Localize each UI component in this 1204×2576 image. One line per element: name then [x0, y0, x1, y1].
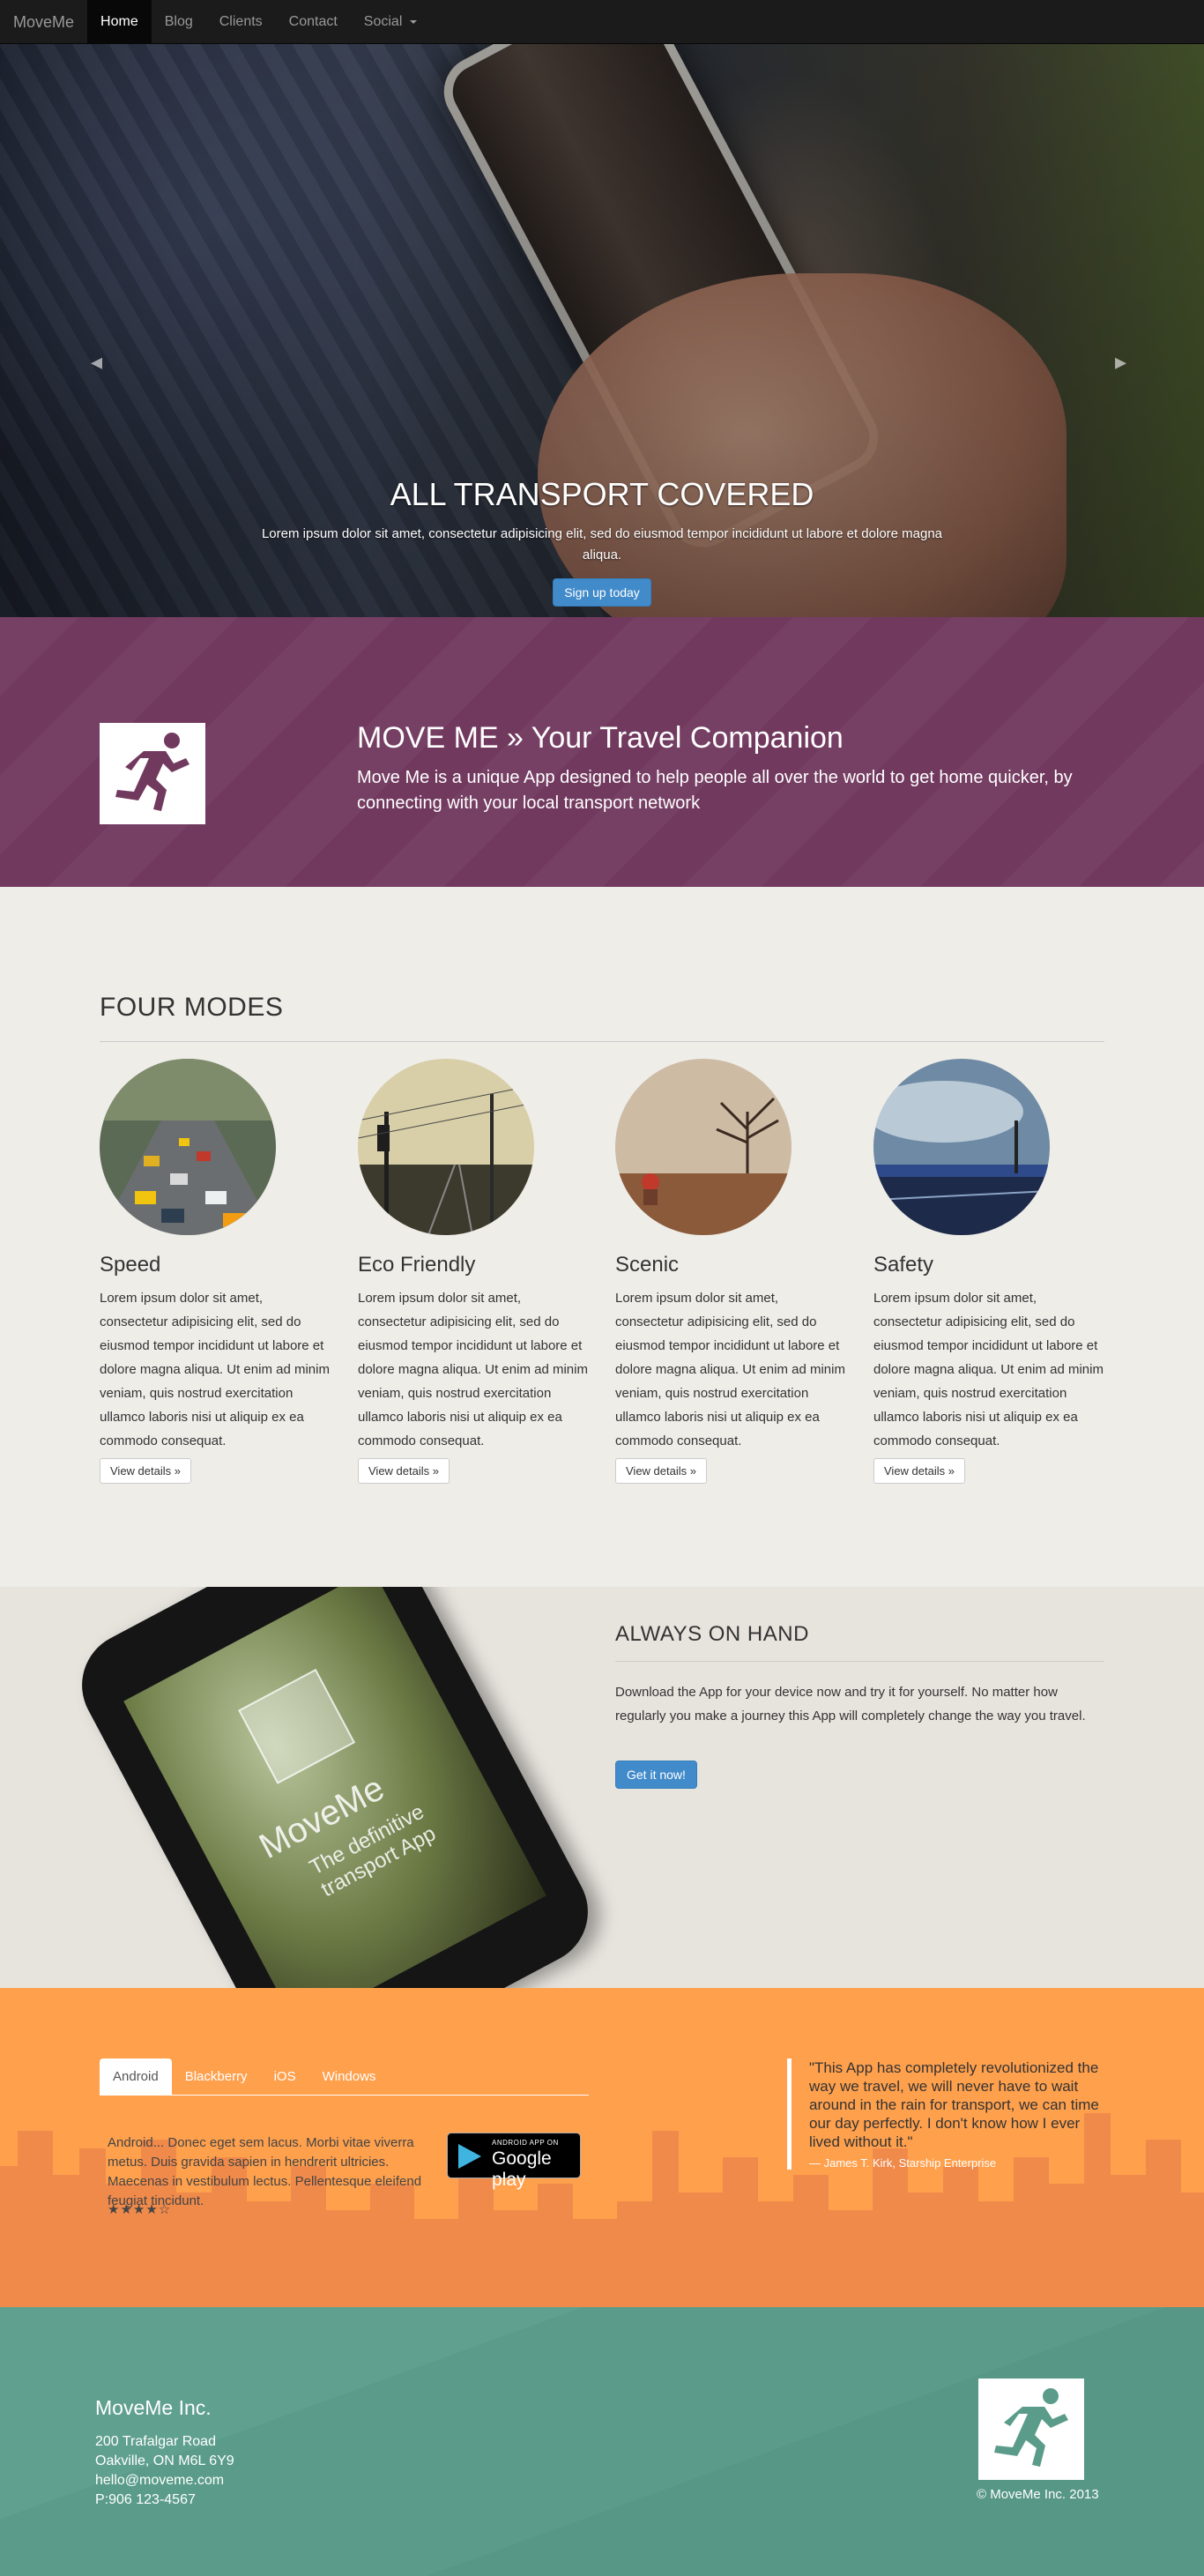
mode-image-safety: [873, 1059, 1050, 1235]
modes-section: FOUR MODES Speed Lorem ipsum dolor sit a…: [0, 887, 1204, 1587]
quote-text: "This App has completely revolutionized …: [809, 2059, 1099, 2150]
modes-title: FOUR MODES: [100, 993, 284, 1022]
carousel-next-icon[interactable]: ▸: [1115, 348, 1126, 376]
view-details-button[interactable]: View details »: [100, 1458, 191, 1484]
caret-down-icon: [409, 19, 417, 24]
running-man-icon: [100, 723, 205, 824]
tab-content-text: Android... Donec eget sem lacus. Morbi v…: [108, 2135, 422, 2208]
intro-text: Move Me is a unique App designed to help…: [357, 768, 1073, 813]
phone-number: P:906 123-4567: [95, 2492, 196, 2507]
address-line: 200 Trafalgar Road: [95, 2434, 216, 2449]
email-link[interactable]: hello@moveme.com: [95, 2471, 234, 2490]
mode-text: Lorem ipsum dolor sit amet, consectetur …: [100, 1291, 330, 1448]
navbar: MoveMe Home Blog Clients Contact Social: [0, 0, 1204, 44]
footer: MoveMe Inc. 200 Trafalgar Road Oakville,…: [0, 2307, 1204, 2576]
copyright-text: © MoveMe Inc. 2013: [977, 2487, 1099, 2502]
platform-tabs: Android Blackberry iOS Windows: [100, 2059, 589, 2096]
intro-title: MOVE ME » Your Travel Companion: [357, 721, 844, 755]
always-on-hand-section: MoveMe The definitive transport App ALWA…: [0, 1587, 1204, 1988]
mode-card: Eco Friendly Lorem ipsum dolor sit amet,…: [358, 1059, 591, 1484]
badge-big-text: Google play: [492, 2148, 552, 2190]
mode-image-eco-friendly: [358, 1059, 534, 1235]
mode-image-scenic: [615, 1059, 792, 1235]
app-phone-image: MoveMe The definitive transport App: [63, 1587, 607, 1988]
nav-social-dropdown[interactable]: Social: [351, 0, 430, 43]
signup-button[interactable]: Sign up today: [553, 578, 651, 607]
hero-caption: ALL TRANSPORT COVERED Lorem ipsum dolor …: [247, 476, 957, 607]
google-play-badge[interactable]: ANDROID APP ON Google play: [447, 2133, 581, 2190]
nav-clients[interactable]: Clients: [206, 0, 276, 43]
nav-home[interactable]: Home: [87, 0, 152, 43]
intro-band: MOVE ME » Your Travel Companion Move Me …: [0, 617, 1204, 887]
testimonial-quote: "This App has completely revolutionized …: [787, 2059, 1113, 2170]
carousel-prev-icon[interactable]: ◂: [91, 348, 102, 376]
mode-card: Safety Lorem ipsum dolor sit amet, conse…: [873, 1059, 1107, 1484]
mode-image-speed: [100, 1059, 276, 1235]
tab-windows[interactable]: Windows: [309, 2059, 390, 2095]
onhand-title: ALWAYS ON HAND: [615, 1622, 809, 1646]
mode-card: Scenic Lorem ipsum dolor sit amet, conse…: [615, 1059, 849, 1484]
badge-small-text: ANDROID APP ON: [492, 2139, 559, 2147]
mode-text: Lorem ipsum dolor sit amet, consectetur …: [615, 1291, 845, 1448]
tab-android[interactable]: Android: [100, 2059, 172, 2095]
view-details-button[interactable]: View details »: [873, 1458, 965, 1484]
view-details-button[interactable]: View details »: [358, 1458, 450, 1484]
brand-link[interactable]: MoveMe: [0, 0, 87, 43]
rating-stars: ★★★★☆: [108, 2202, 172, 2217]
view-details-button[interactable]: View details »: [615, 1458, 707, 1484]
google-play-icon: [458, 2144, 481, 2169]
modes-divider: [100, 1041, 1104, 1042]
nav-social-label: Social: [363, 14, 403, 29]
tab-ios[interactable]: iOS: [261, 2059, 309, 2095]
get-it-now-button[interactable]: Get it now!: [615, 1761, 697, 1789]
mode-title: Speed: [100, 1253, 161, 1277]
mode-title: Scenic: [615, 1253, 680, 1277]
mode-title: Eco Friendly: [358, 1253, 476, 1277]
running-man-icon: [978, 2379, 1084, 2480]
onhand-text: Download the App for your device now and…: [615, 1685, 1086, 1724]
nav-blog[interactable]: Blog: [152, 0, 206, 43]
hero-title: ALL TRANSPORT COVERED: [390, 476, 814, 512]
address-line: Oakville, ON M6L 6Y9: [95, 2453, 234, 2468]
mode-text: Lorem ipsum dolor sit amet, consectetur …: [358, 1291, 588, 1448]
tab-blackberry[interactable]: Blackberry: [172, 2059, 261, 2095]
mode-card: Speed Lorem ipsum dolor sit amet, consec…: [100, 1059, 333, 1484]
quote-author: — James T. Kirk, Starship Enterprise: [809, 2156, 997, 2170]
download-section: Android Blackberry iOS Windows Android..…: [0, 1988, 1204, 2307]
footer-address: 200 Trafalgar Road Oakville, ON M6L 6Y9 …: [95, 2432, 234, 2510]
mode-title: Safety: [873, 1253, 934, 1277]
hero-text: Lorem ipsum dolor sit amet, consectetur …: [261, 526, 943, 562]
app-phone-screen: MoveMe The definitive transport App: [123, 1587, 546, 1988]
footer-company: MoveMe Inc.: [95, 2396, 212, 2419]
onhand-divider: [615, 1661, 1104, 1662]
running-man-icon: [238, 1668, 356, 1784]
hero-carousel: ◂ ▸ ALL TRANSPORT COVERED Lorem ipsum do…: [0, 44, 1204, 617]
mode-text: Lorem ipsum dolor sit amet, consectetur …: [873, 1291, 1104, 1448]
nav-contact[interactable]: Contact: [276, 0, 351, 43]
